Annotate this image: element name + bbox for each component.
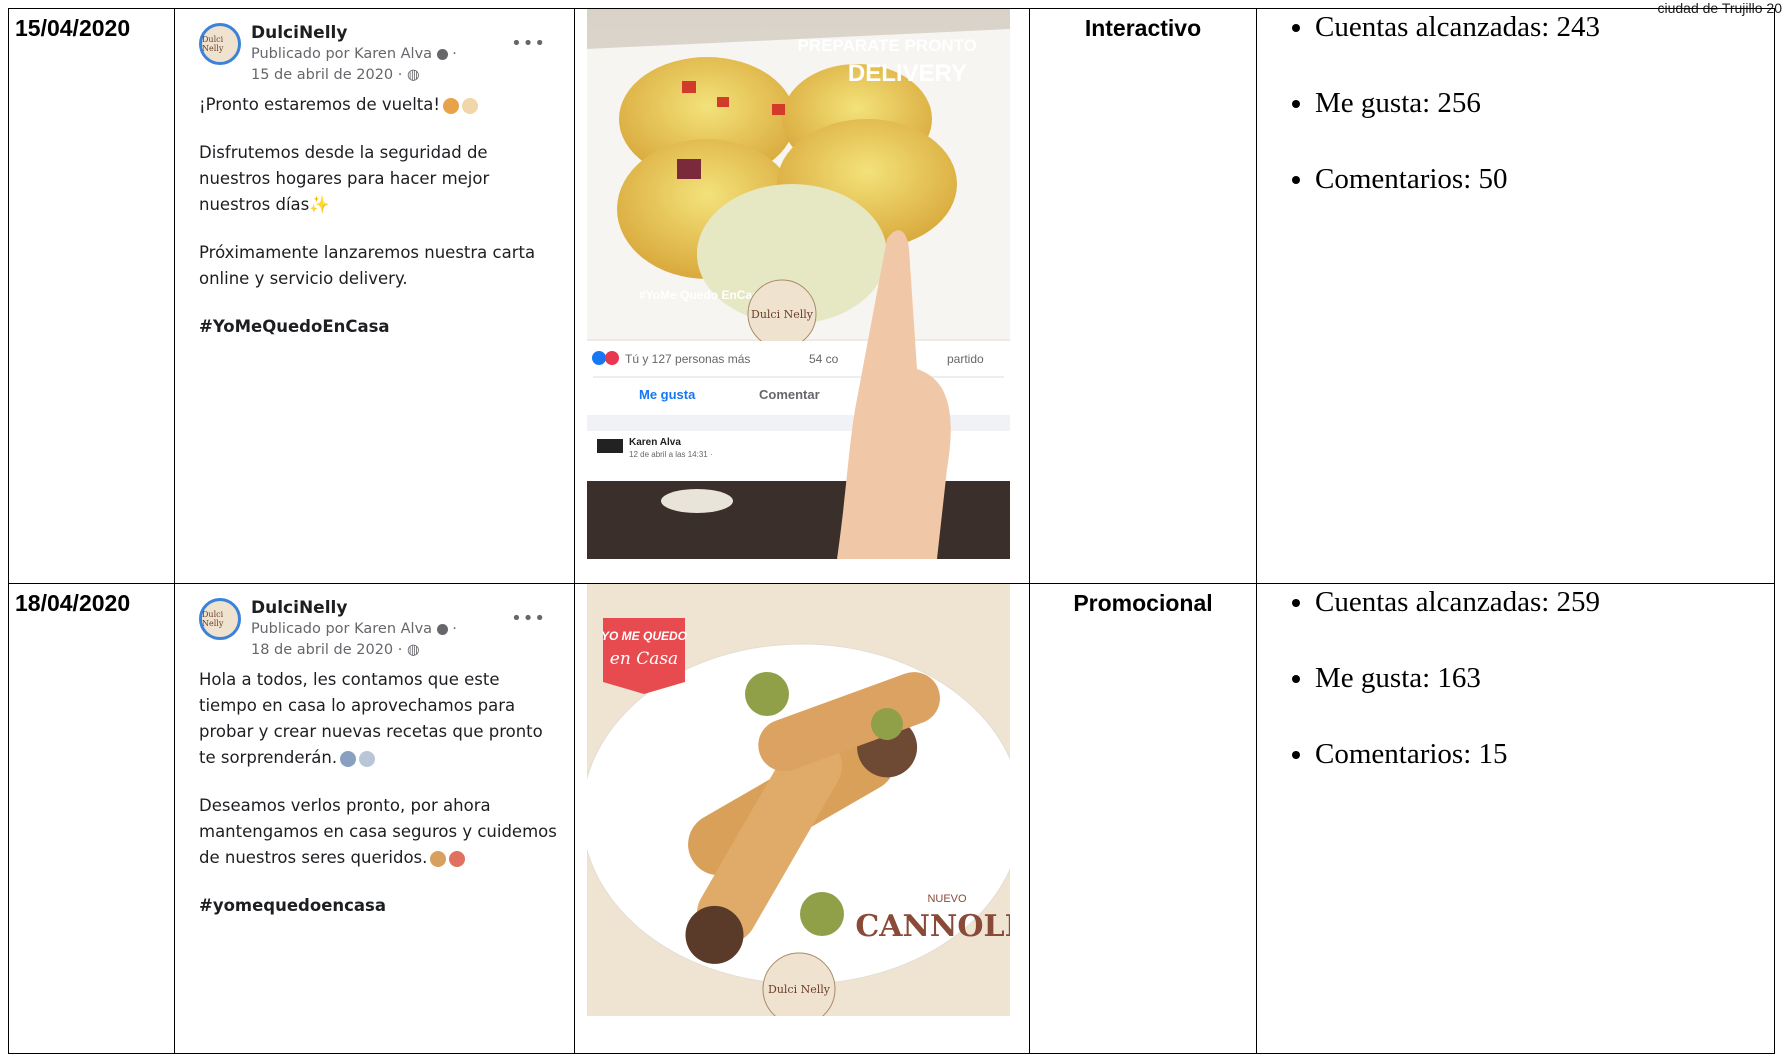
sparkles-emoji-icon: ✨: [309, 195, 330, 214]
post-date-line[interactable]: 18 de abril de 2020 · ◍: [251, 640, 457, 661]
svg-text:NUEVO: NUEVO: [927, 893, 967, 905]
more-options-icon[interactable]: •••: [511, 608, 546, 629]
post-paragraph: Hola a todos, les contamos que este tiem…: [199, 670, 543, 767]
table-row: 18/04/2020 Dulci Nelly DulciNelly Public…: [8, 583, 1775, 1054]
cannoli-photo: YO ME QUEDO en Casa NUEVO CANNOLI Dulci …: [587, 584, 1010, 1016]
svg-text:Comentar: Comentar: [759, 387, 820, 402]
page-avatar[interactable]: Dulci Nelly: [199, 23, 241, 65]
post-image-cell: YO ME QUEDO en Casa NUEVO CANNOLI Dulci …: [574, 583, 1030, 1054]
info-icon: [436, 48, 448, 60]
post-paragraph: Deseamos verlos pronto, por ahora manten…: [199, 796, 557, 867]
facebook-post: Dulci Nelly DulciNelly Publicado por Kar…: [175, 584, 574, 919]
page-name[interactable]: DulciNelly: [251, 23, 457, 44]
svg-text:partido: partido: [947, 352, 984, 366]
svg-text:PREPARATE PRONTO: PREPARATE PRONTO: [798, 36, 977, 55]
svg-text:54 co: 54 co: [809, 352, 839, 366]
post-type: Promocional: [1029, 583, 1257, 1054]
empanadas-delivery-image: PREPARATE PRONTO DELIVERY #YoMe Quedo En…: [587, 9, 1010, 559]
metrics-cell: Cuentas alcanzadas: 243 Me gusta: 256 Co…: [1256, 8, 1775, 584]
metrics-list: Cuentas alcanzadas: 243 Me gusta: 256 Co…: [1257, 11, 1774, 196]
metrics-cell: Cuentas alcanzadas: 259 Me gusta: 163 Co…: [1256, 583, 1775, 1054]
facebook-post: Dulci Nelly DulciNelly Publicado por Kar…: [175, 9, 574, 340]
post-paragraph: Disfrutemos desde la seguridad de nuestr…: [199, 143, 490, 214]
metrics-list: Cuentas alcanzadas: 259 Me gusta: 163 Co…: [1257, 586, 1774, 771]
post-date: 18/04/2020: [8, 583, 175, 1054]
family-emoji-icon: [430, 850, 447, 867]
cook-emoji-icon: [340, 750, 357, 767]
post-hashtag[interactable]: #YoMeQuedoEnCasa: [199, 314, 560, 340]
svg-text:Tú y 127 personas más: Tú y 127 personas más: [625, 352, 750, 366]
post-date: 15/04/2020: [8, 8, 175, 584]
published-by: Publicado por Karen Alva ·: [251, 621, 457, 637]
svg-text:Dulci Nelly: Dulci Nelly: [751, 308, 814, 321]
globe-icon: ◍: [406, 67, 420, 83]
facebook-post-cell: Dulci Nelly DulciNelly Publicado por Kar…: [174, 8, 575, 584]
svg-text:YO ME QUEDO: YO ME QUEDO: [601, 629, 688, 643]
more-options-icon[interactable]: •••: [511, 33, 546, 54]
svg-text:CANNOLI: CANNOLI: [855, 909, 1010, 944]
post-paragraph: Próximamente lanzaremos nuestra carta on…: [199, 243, 536, 288]
house-emoji-icon: [449, 850, 466, 867]
metric-reach: Cuentas alcanzadas: 259: [1315, 586, 1774, 619]
empanadas-photo: PREPARATE PRONTO DELIVERY #YoMe Quedo En…: [587, 9, 1010, 559]
svg-text:Dulci Nelly: Dulci Nelly: [768, 983, 831, 996]
svg-text:12 de abril a las 14:31 ·: 12 de abril a las 14:31 ·: [629, 450, 713, 459]
metric-comments: Comentarios: 15: [1315, 738, 1774, 771]
metric-comments: Comentarios: 50: [1315, 163, 1774, 196]
cook-emoji-icon: [359, 750, 376, 767]
page-name[interactable]: DulciNelly: [251, 598, 457, 619]
post-paragraph: ¡Pronto estaremos de vuelta!: [199, 92, 560, 118]
post-hashtag[interactable]: #yomequedoencasa: [199, 893, 560, 919]
metric-likes: Me gusta: 256: [1315, 87, 1774, 120]
published-by: Publicado por Karen Alva ·: [251, 46, 457, 62]
globe-icon: ◍: [406, 642, 420, 658]
svg-text:Karen Alva: Karen Alva: [629, 437, 681, 448]
page-avatar[interactable]: Dulci Nelly: [199, 598, 241, 640]
facebook-post-cell: Dulci Nelly DulciNelly Publicado por Kar…: [174, 583, 575, 1054]
post-type: Interactivo: [1029, 8, 1257, 584]
svg-text:en Casa: en Casa: [610, 649, 678, 669]
svg-text:Me gusta: Me gusta: [639, 387, 696, 402]
cannoli-image: YO ME QUEDO en Casa NUEVO CANNOLI Dulci …: [587, 584, 1010, 1016]
metric-reach: Cuentas alcanzadas: 243: [1315, 11, 1774, 44]
svg-text:DELIVERY: DELIVERY: [848, 60, 967, 87]
egg-emoji-icon: [462, 97, 478, 114]
post-image-cell: PREPARATE PRONTO DELIVERY #YoMe Quedo En…: [574, 8, 1030, 584]
croissant-emoji-icon: [443, 97, 459, 114]
posts-table: 15/04/2020 Dulci Nelly DulciNelly Public…: [8, 8, 1775, 1054]
info-icon: [436, 623, 448, 635]
metric-likes: Me gusta: 163: [1315, 662, 1774, 695]
table-row: 15/04/2020 Dulci Nelly DulciNelly Public…: [8, 8, 1775, 584]
svg-text:#YoMe Quedo EnCasa: #YoMe Quedo EnCasa: [639, 288, 766, 302]
post-date-line[interactable]: 15 de abril de 2020 · ◍: [251, 65, 457, 86]
